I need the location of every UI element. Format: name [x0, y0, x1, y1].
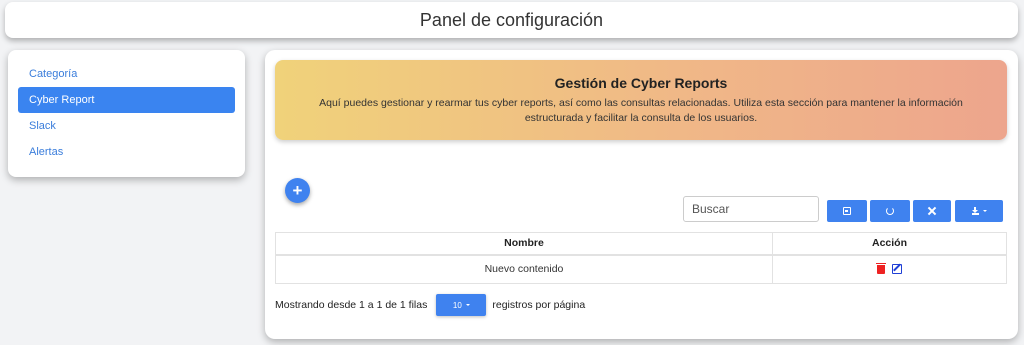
download-icon [971, 206, 979, 215]
sidebar-item-slack[interactable]: Slack [18, 113, 235, 139]
export-button[interactable] [955, 200, 1003, 222]
table-row: Nuevo contenido [275, 254, 1007, 284]
cell-nombre: Nuevo contenido [275, 254, 773, 284]
info-banner: Gestión de Cyber Reports Aquí puedes ges… [275, 60, 1007, 140]
toggle-view-icon [843, 207, 851, 215]
add-button[interactable]: + [285, 178, 310, 203]
sidebar: Categoría Cyber Report Slack Alertas [8, 50, 245, 177]
banner-description: Aquí puedes gestionar y rearmar tus cybe… [319, 97, 963, 124]
pagination: Mostrando desde 1 a 1 de 1 filas 10 regi… [275, 294, 585, 316]
page-header: Panel de configuración [5, 2, 1018, 38]
data-table: Nombre Acción Nuevo contenido [275, 232, 1007, 284]
sidebar-item-categoria[interactable]: Categoría [18, 61, 235, 87]
cell-accion [772, 254, 1007, 284]
search-input[interactable] [683, 196, 819, 222]
caret-down-icon [465, 304, 470, 306]
main-panel: Gestión de Cyber Reports Aquí puedes ges… [265, 50, 1018, 339]
fullscreen-button[interactable] [913, 200, 951, 222]
page-title: Panel de configuración [419, 9, 604, 30]
pagination-info: Mostrando desde 1 a 1 de 1 filas [275, 299, 428, 311]
edit-icon[interactable] [891, 264, 902, 275]
column-header-accion: Acción [772, 232, 1007, 256]
column-header-nombre[interactable]: Nombre [275, 232, 773, 256]
page-size-dropdown[interactable]: 10 [436, 294, 487, 316]
refresh-button[interactable] [870, 200, 910, 222]
toggle-view-button[interactable] [827, 200, 867, 222]
trash-icon[interactable] [876, 262, 887, 274]
sidebar-item-cyber-report[interactable]: Cyber Report [18, 87, 235, 113]
fullscreen-icon [928, 207, 936, 215]
page-size-value: 10 [452, 300, 462, 310]
refresh-icon [886, 207, 894, 215]
plus-icon: + [292, 180, 303, 200]
per-page-label: registros por página [492, 299, 586, 311]
caret-down-icon [982, 210, 987, 212]
sidebar-item-alertas[interactable]: Alertas [18, 139, 235, 165]
banner-title: Gestión de Cyber Reports [554, 75, 728, 91]
